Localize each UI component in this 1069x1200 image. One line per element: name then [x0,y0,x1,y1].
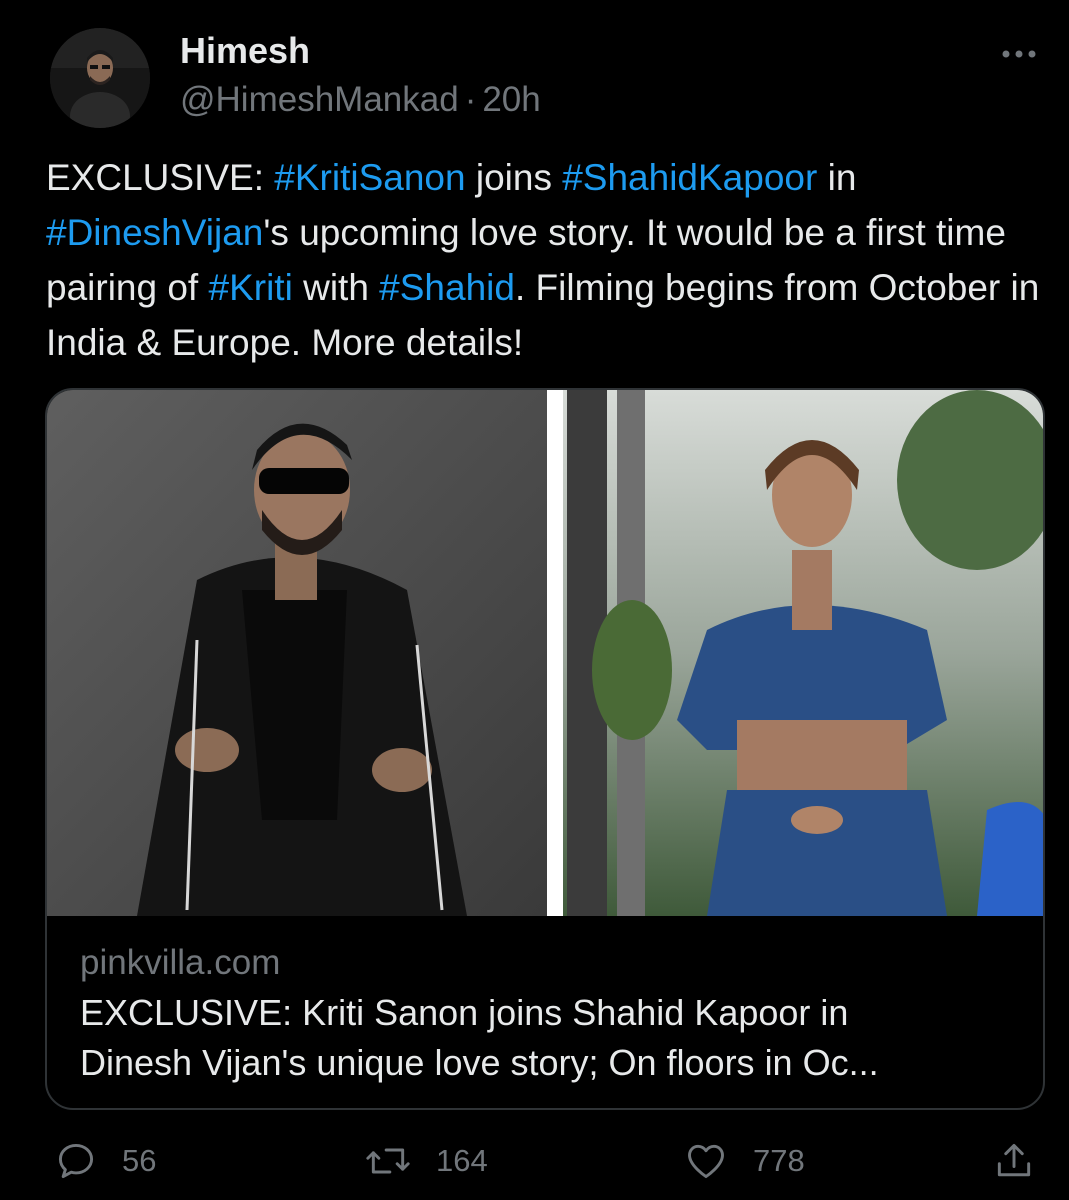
reply-icon [58,1143,94,1179]
tweet-text-segment: EXCLUSIVE: [46,157,275,198]
tweet-text: EXCLUSIVE: #KritiSanon joins #ShahidKapo… [46,150,1046,370]
reply-button[interactable]: 56 [54,1138,156,1184]
avatar-image [50,28,150,128]
share-button[interactable] [992,1138,1036,1184]
author-meta: @HimeshMankad · 20h [180,80,541,120]
more-icon [1002,50,1036,58]
card-title: EXCLUSIVE: Kriti Sanon joins Shahid Kapo… [80,988,1020,1088]
tweet-text-segment: joins [465,157,563,198]
tweet-text-segment: with [292,267,380,308]
heart-icon [688,1144,724,1179]
card-image-graphic [47,390,1043,916]
like-count: 778 [753,1143,805,1178]
retweet-button[interactable]: 164 [364,1138,488,1184]
link-card[interactable]: pinkvilla.com EXCLUSIVE: Kriti Sanon joi… [45,388,1045,1110]
author-avatar[interactable] [50,28,150,128]
hashtag-link[interactable]: #KritiSanon [274,157,465,198]
meta-separator: · [464,80,477,119]
like-button[interactable]: 778 [683,1138,805,1184]
more-button[interactable] [999,40,1039,70]
retweet-icon [366,1148,410,1174]
card-title-line: Dinesh Vijan's unique love story; On flo… [80,1042,879,1083]
tweet-text-segment: in [817,157,857,198]
author-name[interactable]: Himesh [180,30,310,72]
share-icon [997,1143,1031,1177]
card-title-line: EXCLUSIVE: Kriti Sanon joins Shahid Kapo… [80,992,849,1033]
tweet-time[interactable]: 20h [482,80,540,119]
hashtag-link[interactable]: #Shahid [379,267,515,308]
reply-count: 56 [122,1143,157,1178]
retweet-count: 164 [436,1143,488,1178]
card-domain: pinkvilla.com [80,943,281,982]
hashtag-link[interactable]: #ShahidKapoor [562,157,817,198]
author-handle[interactable]: @HimeshMankad [180,80,459,119]
hashtag-link[interactable]: #DineshVijan [46,212,263,253]
hashtag-link[interactable]: #Kriti [209,267,293,308]
card-image [47,390,1043,916]
